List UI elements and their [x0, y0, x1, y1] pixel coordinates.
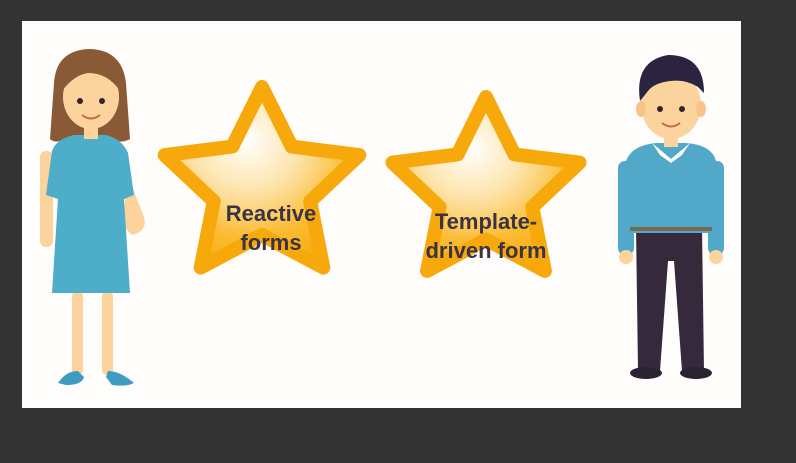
- template-driven-form-label: Template- driven form: [410, 207, 562, 265]
- template-driven-form-label-line-2: driven form: [425, 238, 547, 263]
- reactive-forms-label-line-1: Reactive: [225, 201, 317, 226]
- man-figure-icon: [618, 55, 724, 379]
- reactive-forms-label-line-2: forms: [240, 230, 302, 255]
- template-driven-form-label-line-1: Template-: [434, 209, 538, 234]
- woman-figure-icon: [40, 49, 145, 386]
- illustration-canvas: [40, 49, 724, 386]
- illustration-panel: Reactive forms Template- driven form: [22, 21, 741, 408]
- reactive-forms-label: Reactive forms: [200, 199, 342, 257]
